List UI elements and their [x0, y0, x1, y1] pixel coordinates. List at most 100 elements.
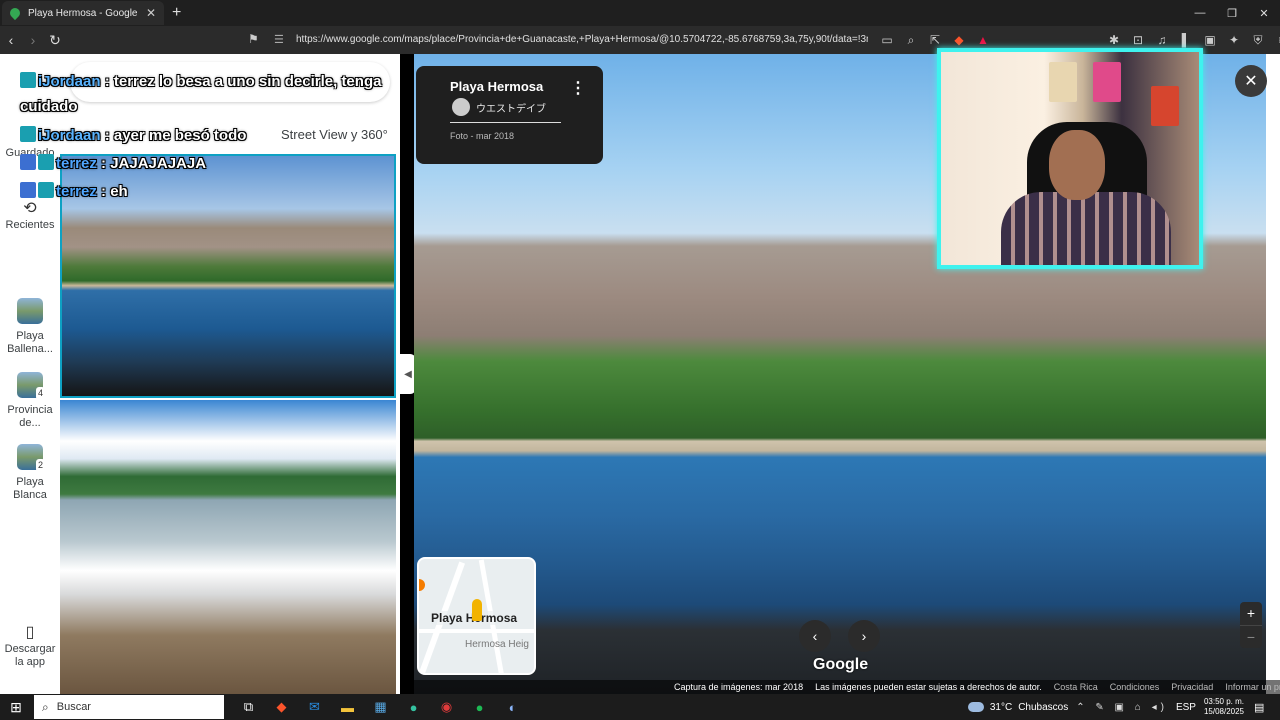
- chat-mod-badge-icon: [20, 182, 36, 198]
- task-view-icon[interactable]: ⧉: [232, 694, 265, 720]
- rail-recent[interactable]: ⟲ Recientes: [0, 201, 60, 232]
- street-view-tab[interactable]: Street View y 360°: [281, 127, 388, 142]
- next-photo-button[interactable]: ›: [848, 620, 880, 652]
- pegman-icon[interactable]: [472, 599, 482, 621]
- zoom-out-button[interactable]: −: [1240, 625, 1262, 648]
- obs-icon[interactable]: ◉: [430, 694, 463, 720]
- author-avatar[interactable]: [452, 98, 470, 116]
- wall-poster: [1093, 62, 1121, 102]
- rail-item-playa-ballena[interactable]: Playa Ballena...: [0, 298, 60, 356]
- edge-icon[interactable]: ●: [397, 694, 430, 720]
- notification-icon[interactable]: ▤: [1254, 701, 1274, 714]
- rail-item-label: Provincia de...: [7, 404, 53, 429]
- zoom-control: + −: [1240, 602, 1262, 648]
- menu-icon[interactable]: ≡: [1272, 31, 1280, 49]
- taskbar-search[interactable]: ⌕ Buscar: [34, 695, 224, 719]
- divider: [450, 122, 561, 123]
- maps-side-rail: Guardado ⟲ Recientes Playa Ballena... 4 …: [0, 54, 60, 694]
- tab-google-maps[interactable]: Playa Hermosa - Google Maps ✕: [2, 1, 164, 25]
- reload-icon[interactable]: ↻: [44, 32, 66, 49]
- screenshot-icon[interactable]: ⊡: [1128, 31, 1148, 49]
- google-logo: Google: [813, 656, 869, 673]
- photo-side-panel: Street View y 360°: [60, 54, 400, 694]
- close-photo-button[interactable]: ✕: [1235, 65, 1267, 97]
- brave-browser-icon[interactable]: ◆: [265, 694, 298, 720]
- extension-bar: ✱ ⊡ ♫ ▌ ▣ ✦ ⛨ ≡: [1104, 31, 1280, 49]
- privacy-link[interactable]: Privacidad: [1171, 682, 1213, 692]
- previous-photo-button[interactable]: ‹: [799, 620, 831, 652]
- temperature[interactable]: 31°C: [990, 702, 1012, 713]
- photo-thumbnail[interactable]: [60, 400, 396, 694]
- clock[interactable]: 03:50 p. m. 15/08/2025: [1204, 697, 1244, 717]
- minimize-button[interactable]: —: [1184, 0, 1216, 26]
- tab-title: Playa Hermosa - Google Maps: [28, 7, 140, 19]
- brave-rewards-icon[interactable]: ▲: [974, 31, 992, 49]
- weather-icon: [967, 702, 984, 712]
- chat-text: : terrez lo besa a uno sin decirle, teng…: [100, 73, 382, 90]
- close-window-button[interactable]: ✕: [1248, 0, 1280, 26]
- place-thumbnail: 4: [17, 372, 45, 400]
- mini-map[interactable]: Playa Hermosa Hermosa Heig: [417, 557, 536, 675]
- forward-icon[interactable]: ›: [22, 32, 44, 48]
- cast-icon[interactable]: ▭: [878, 31, 896, 49]
- chat-message: terrez : JAJAJAJAJA: [20, 154, 206, 172]
- language-indicator[interactable]: ESP: [1176, 702, 1196, 713]
- chat-badge-icon: [38, 154, 54, 170]
- window-controls: — ❐ ✕: [1184, 0, 1280, 26]
- rail-recent-label: Recientes: [5, 219, 55, 231]
- page-viewport: Guardado ⟲ Recientes Playa Ballena... 4 …: [0, 48, 1280, 694]
- time: 03:50 p. m.: [1203, 697, 1244, 706]
- rail-item-label: Playa Ballena...: [7, 330, 53, 355]
- photo-count: 2: [35, 459, 45, 472]
- sidebar-icon[interactable]: ▌: [1176, 31, 1196, 49]
- music-icon[interactable]: ♫: [1152, 31, 1172, 49]
- zoom-in-button[interactable]: +: [1240, 602, 1262, 625]
- taskbar-apps: ⧉ ◆ ✉ ▬ ▦ ● ◉ ● ◐: [232, 694, 529, 720]
- outlook-icon[interactable]: ✉: [298, 694, 331, 720]
- chat-username: iJordaan: [38, 127, 101, 144]
- vpn-icon[interactable]: ⛨: [1248, 31, 1268, 49]
- terms-link[interactable]: Condiciones: [1110, 682, 1160, 692]
- new-tab-button[interactable]: +: [172, 4, 181, 22]
- close-tab-icon[interactable]: ✕: [146, 6, 156, 20]
- app-icon[interactable]: ◐: [496, 694, 529, 720]
- rail-item-provincia[interactable]: 4 Provincia de...: [0, 372, 60, 430]
- chat-message: iJordaan : ayer me besó todo: [20, 126, 246, 144]
- back-icon[interactable]: ‹: [0, 32, 22, 48]
- more-options-icon[interactable]: ⋮: [570, 78, 586, 98]
- report-problem-link[interactable]: Informar un problema: [1225, 682, 1280, 692]
- chat-text: : JAJAJAJAJA: [96, 155, 207, 172]
- site-settings-icon[interactable]: ☰: [274, 33, 284, 46]
- wallet-icon[interactable]: ▣: [1200, 31, 1220, 49]
- tray-icons[interactable]: ⌃ ✎ ▣ ⌂ ◂): [1076, 702, 1168, 713]
- browser-tab-bar: Playa Hermosa - Google Maps ✕ + — ❐ ✕: [0, 0, 1280, 26]
- bookmark-icon[interactable]: ⚑: [248, 32, 259, 46]
- share-icon[interactable]: ⇱: [926, 31, 944, 49]
- chat-mod-badge-icon: [20, 154, 36, 170]
- rail-download-app[interactable]: ▯ Descargar la app: [0, 625, 60, 669]
- photo-title: Playa Hermosa: [450, 79, 544, 94]
- restore-button[interactable]: ❐: [1216, 0, 1248, 26]
- rail-item-playa-blanca[interactable]: 2 Playa Blanca: [0, 444, 60, 502]
- chat-message: terrez : eh: [20, 182, 128, 200]
- chat-message-continuation: cuidado: [20, 98, 78, 115]
- windows-start-icon[interactable]: ⊞: [0, 694, 32, 720]
- place-thumbnail: [17, 298, 43, 324]
- chat-username: terrez: [56, 155, 97, 172]
- brave-shield-icon[interactable]: ◆: [950, 31, 968, 49]
- zoom-icon[interactable]: ⌕: [902, 31, 920, 49]
- weather-condition[interactable]: Chubascos: [1018, 702, 1068, 713]
- download-app-label: Descargar la app: [4, 643, 56, 668]
- photo-date: Foto - mar 2018: [450, 131, 515, 141]
- extensions-icon[interactable]: ✱: [1104, 31, 1124, 49]
- leo-ai-icon[interactable]: ✦: [1224, 31, 1244, 49]
- spotify-icon[interactable]: ●: [463, 694, 496, 720]
- file-explorer-icon[interactable]: ▬: [331, 694, 364, 720]
- streamer-head: [1049, 130, 1105, 200]
- chat-text: : eh: [96, 183, 128, 200]
- photo-author[interactable]: ウエストデイブ: [476, 100, 546, 115]
- url-field[interactable]: https://www.google.com/maps/place/Provin…: [296, 34, 868, 45]
- map-footer: Captura de imágenes: mar 2018 Las imágen…: [414, 680, 1280, 694]
- store-icon[interactable]: ▦: [364, 694, 397, 720]
- chat-text: cuidado: [20, 98, 78, 115]
